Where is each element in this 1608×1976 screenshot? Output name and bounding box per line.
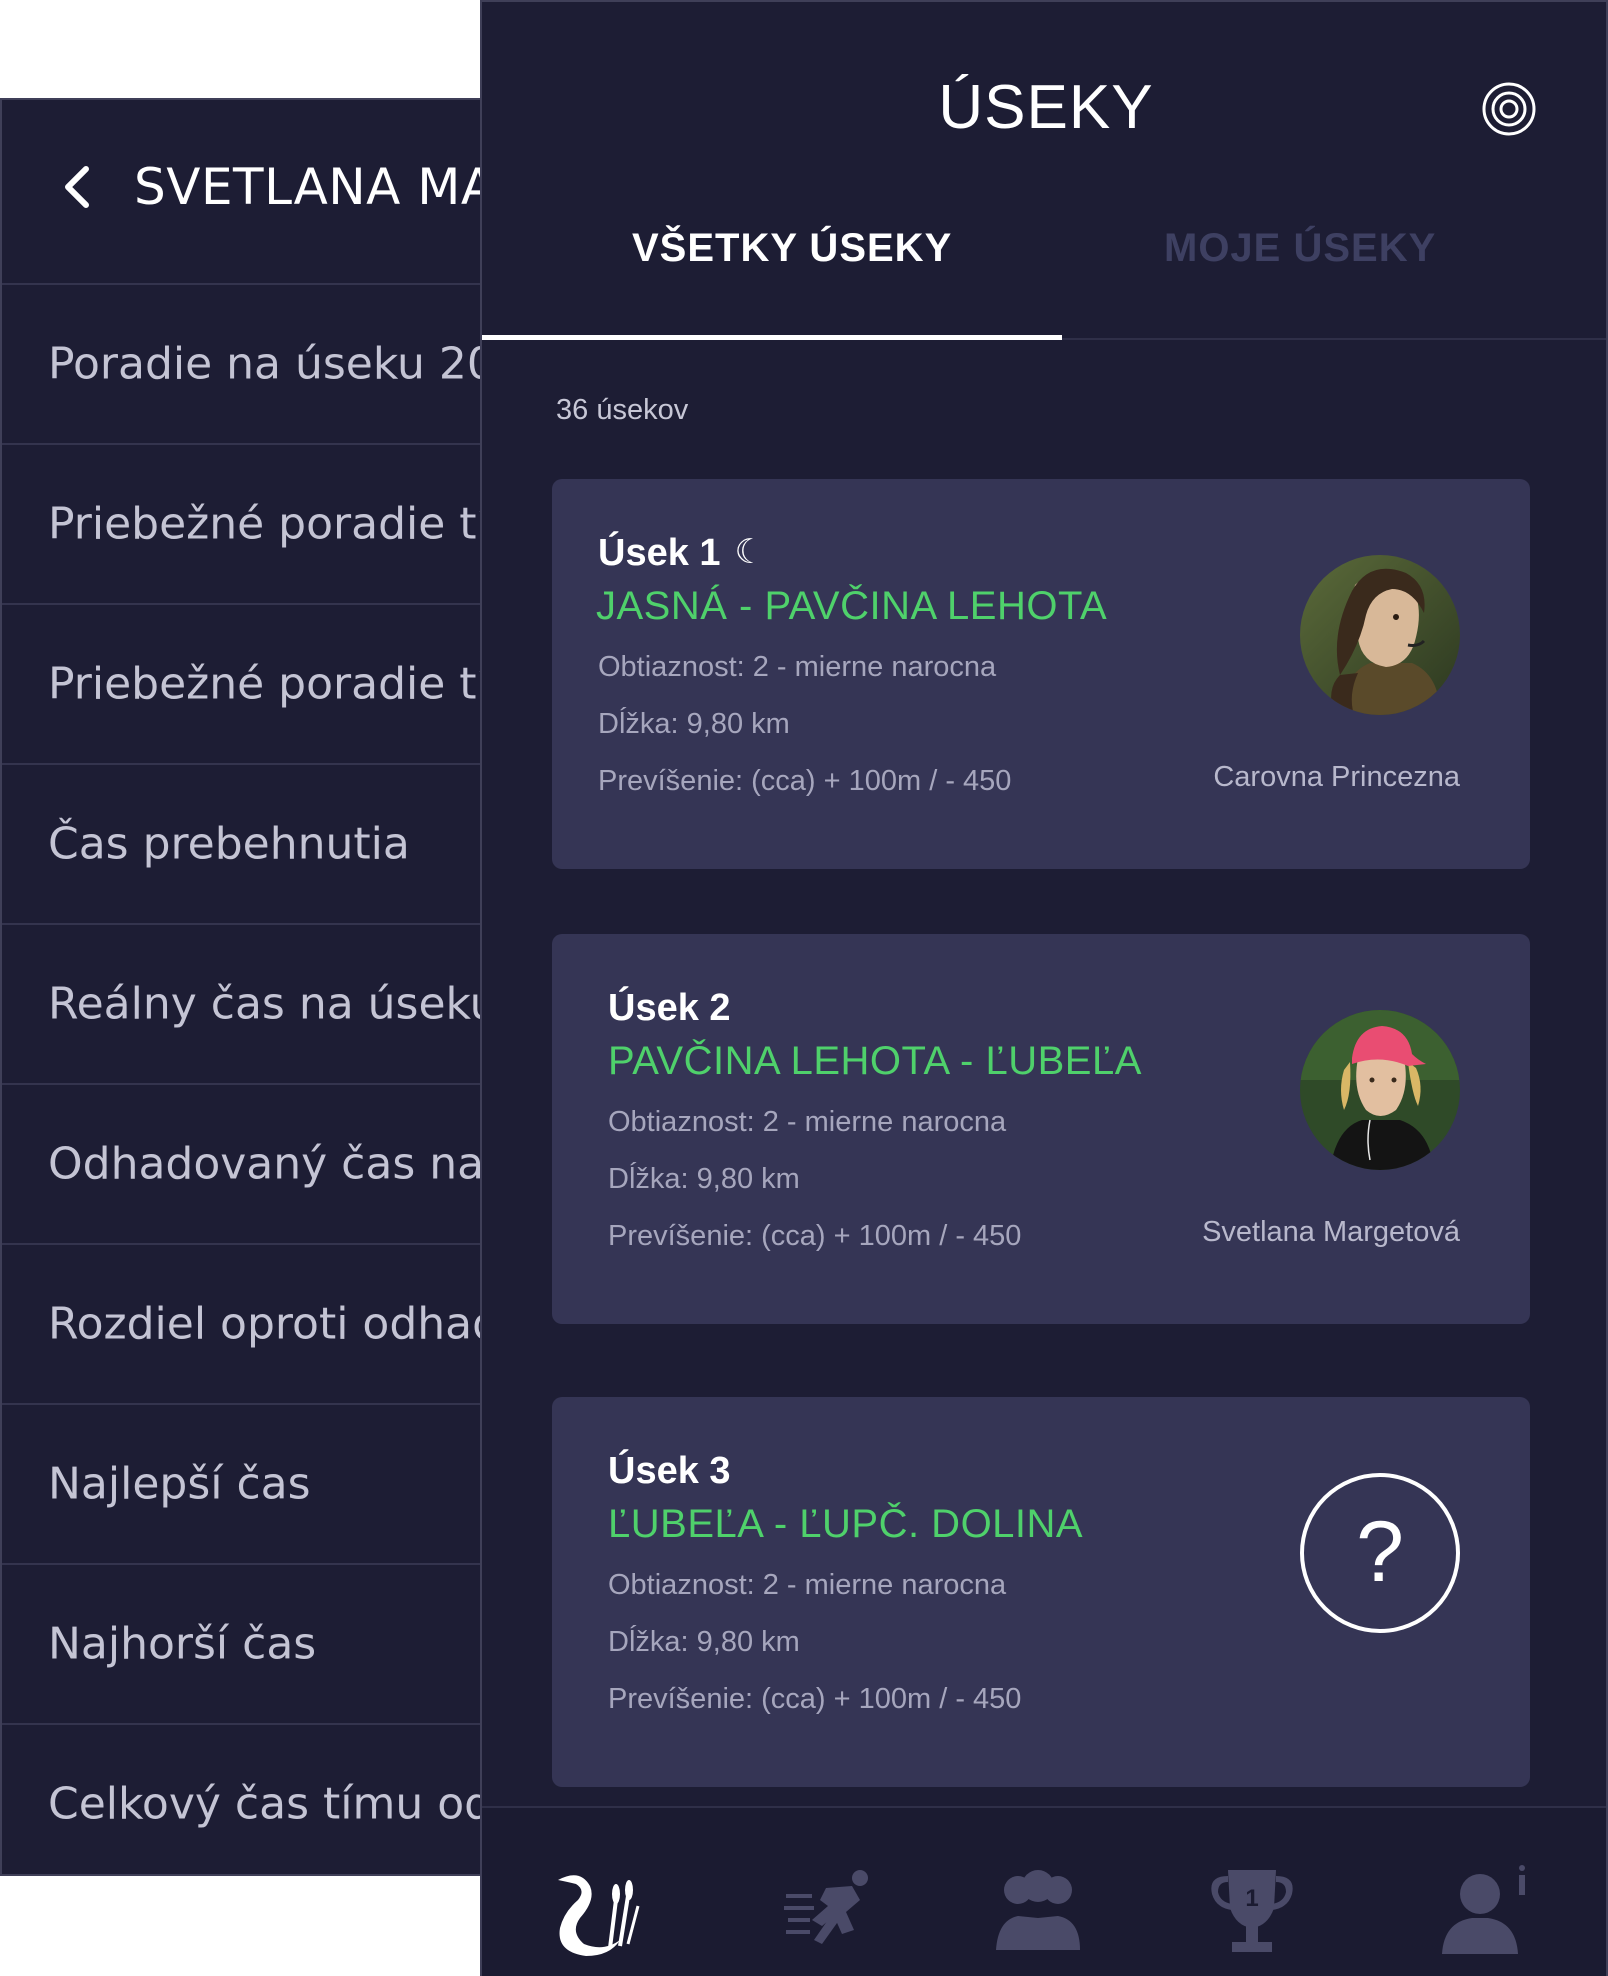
- section-difficulty: Obtiaznost: 2 - mierne narocna: [598, 651, 997, 683]
- detail-row-section-rank[interactable]: Poradie na úseku 2017: [2, 285, 488, 445]
- section-elevation: Prevíšenie: (cca) + 100m / - 450: [598, 765, 1012, 797]
- detail-row-label: Rozdiel oproti odhadu: [48, 1298, 490, 1350]
- detail-row-label: Čas prebehnutia: [48, 818, 410, 870]
- tab-my-sections[interactable]: MOJE ÚSEKY: [1164, 226, 1436, 286]
- detail-row-team-rank-2[interactable]: Priebežné poradie tímu: [2, 605, 488, 765]
- trophy-icon[interactable]: 1: [1202, 1860, 1302, 1960]
- detail-row-label: Poradie na úseku 2017: [48, 338, 490, 390]
- team-icon[interactable]: [988, 1860, 1088, 1960]
- detail-row-total-time[interactable]: Celkový čas tímu od štartu: [2, 1725, 490, 1874]
- sections-count: 36 úsekov: [556, 394, 689, 426]
- section-difficulty: Obtiaznost: 2 - mierne narocna: [608, 1106, 1007, 1138]
- section-card[interactable]: Úsek 3 ĽUBEĽA - ĽUPČ. DOLINA Obtiaznost:…: [552, 1397, 1530, 1787]
- section-number: Úsek 2: [608, 987, 731, 1029]
- svg-text:1: 1: [1245, 1885, 1258, 1912]
- detail-row-real-time[interactable]: Reálny čas na úseku: [2, 925, 488, 1085]
- runner-name: Carovna Princezna: [1213, 761, 1460, 793]
- section-card[interactable]: Úsek 1 ☾ JASNÁ - PAVČINA LEHOTA Obtiaznos…: [552, 479, 1530, 869]
- section-route: JASNÁ - PAVČINA LEHOTA: [596, 584, 1108, 628]
- section-elevation: Prevíšenie: (cca) + 100m / - 450: [608, 1683, 1022, 1715]
- section-number: Úsek 1: [598, 532, 721, 574]
- section-difficulty: Obtiaznost: 2 - mierne narocna: [608, 1569, 1007, 1601]
- settings-target-icon[interactable]: [1481, 81, 1537, 137]
- section-length: Dĺžka: 9,80 km: [598, 708, 790, 740]
- detail-row-label: Najhorší čas: [48, 1618, 317, 1670]
- active-tab-indicator: [482, 335, 1062, 340]
- detail-row-run-time[interactable]: Čas prebehnutia: [2, 765, 488, 925]
- section-route: PAVČINA LEHOTA - ĽUBEĽA: [608, 1039, 1142, 1083]
- section-label: Úsek 2: [608, 987, 731, 1030]
- section-label: Úsek 3: [608, 1450, 731, 1493]
- back-arrow-icon[interactable]: [60, 163, 96, 211]
- tab-all-sections[interactable]: VŠETKY ÚSEKY: [632, 226, 952, 286]
- detail-row-team-rank[interactable]: Priebežné poradie tímu: [2, 445, 488, 605]
- detail-row-estimated-time[interactable]: Odhadovaný čas na úseku: [2, 1085, 488, 1245]
- sections-swan-icon[interactable]: [550, 1860, 650, 1960]
- detail-row-worst-time[interactable]: Najhorší čas: [2, 1565, 488, 1725]
- section-number: Úsek 3: [608, 1450, 731, 1492]
- profile-info-icon[interactable]: [1436, 1860, 1536, 1960]
- detail-row-label: Celkový čas tímu od štartu: [48, 1778, 490, 1830]
- runner-avatar[interactable]: [1300, 1010, 1460, 1170]
- section-card[interactable]: Úsek 2 PAVČINA LEHOTA - ĽUBEĽA Obtiaznos…: [552, 934, 1530, 1324]
- runner-name-title: SVETLANA MARGETOVÁ: [134, 158, 490, 216]
- detail-row-label: Reálny čas na úseku: [48, 978, 490, 1030]
- runner-avatar[interactable]: [1300, 555, 1460, 715]
- section-route: ĽUBEĽA - ĽUPČ. DOLINA: [608, 1502, 1084, 1546]
- runner-icon[interactable]: [782, 1860, 882, 1960]
- bottom-navigation: 1: [482, 1806, 1606, 1976]
- detail-row-label: Odhadovaný čas na úseku: [48, 1138, 488, 1190]
- section-length: Dĺžka: 9,80 km: [608, 1626, 800, 1658]
- runner-detail-screen: SVETLANA MARGETOVÁ Poradie na úseku 2017…: [0, 98, 490, 1876]
- detail-row-best-time[interactable]: Najlepší čas: [2, 1405, 488, 1565]
- night-moon-icon: ☾: [734, 533, 766, 571]
- detail-header: SVETLANA MARGETOVÁ: [2, 100, 488, 285]
- tab-bar: VŠETKY ÚSEKY MOJE ÚSEKY: [482, 202, 1606, 340]
- detail-row-label: Priebežné poradie tímu: [48, 658, 489, 710]
- section-label: Úsek 1 ☾: [598, 532, 765, 575]
- sections-screen: ÚSEKY VŠETKY ÚSEKY MOJE ÚSEKY 36 úsekov …: [480, 0, 1608, 1976]
- detail-row-estimate-diff[interactable]: Rozdiel oproti odhadu: [2, 1245, 488, 1405]
- unassigned-runner-avatar[interactable]: ?: [1300, 1473, 1460, 1633]
- page-title: ÚSEKY: [938, 73, 1154, 142]
- section-elevation: Prevíšenie: (cca) + 100m / - 450: [608, 1220, 1022, 1252]
- section-length: Dĺžka: 9,80 km: [608, 1163, 800, 1195]
- detail-row-label: Najlepší čas: [48, 1458, 311, 1510]
- runner-name: Svetlana Margetová: [1202, 1216, 1460, 1248]
- detail-row-label: Priebežné poradie tímu: [48, 498, 489, 550]
